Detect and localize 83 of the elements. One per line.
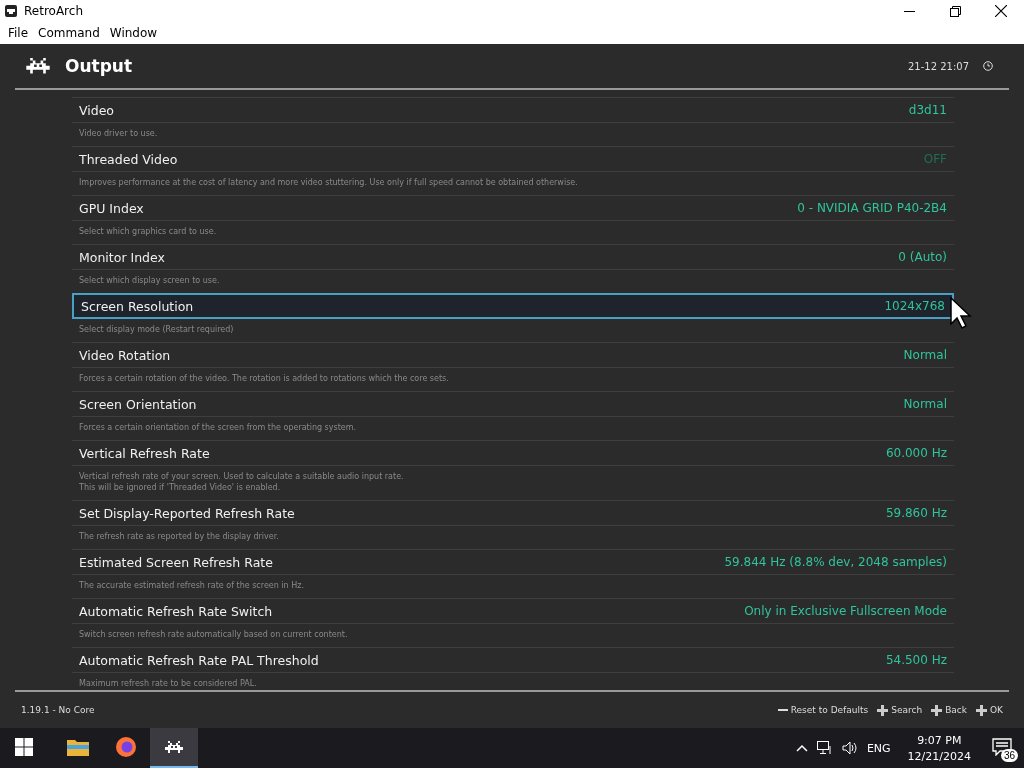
setting-row[interactable]: Video d3d11 bbox=[72, 97, 954, 123]
setting-label: Automatic Refresh Rate Switch bbox=[79, 603, 274, 619]
setting-description: Select which display screen to use. bbox=[79, 276, 221, 286]
setting-row[interactable]: Set Display-Reported Refresh Rate 59.860 Hz bbox=[72, 500, 954, 526]
language-indicator[interactable]: ENG bbox=[866, 741, 891, 755]
minimize-icon bbox=[903, 10, 915, 12]
setting-value: Only in Exclusive Fullscreen Mode bbox=[744, 604, 947, 618]
setting-label: Video bbox=[79, 102, 116, 118]
folder-icon bbox=[67, 738, 89, 756]
version-label: 1.19.1 - No Core bbox=[21, 705, 96, 715]
setting-description: Vertical refresh rate of your screen. Used to calculate a suitable audio input rate. bbox=[79, 472, 405, 482]
setting-value: 59.860 Hz bbox=[885, 506, 947, 520]
setting-description: The refresh rate as reported by the display driver. bbox=[79, 532, 280, 542]
tray-date: 12/21/2024 bbox=[907, 749, 971, 763]
setting-row[interactable]: Screen Orientation Normal bbox=[72, 391, 954, 417]
setting-row[interactable]: Screen Resolution 1024x768 bbox=[72, 293, 954, 319]
setting-label: Set Display-Reported Refresh Rate bbox=[79, 505, 296, 521]
setting-description: Switch screen refresh rate automatically based on current content. bbox=[79, 630, 349, 640]
setting-row[interactable]: Monitor Index 0 (Auto) bbox=[72, 244, 954, 270]
setting-value: Normal bbox=[903, 397, 947, 411]
setting-description: The accurate estimated refresh rate of the screen in Hz. bbox=[79, 581, 305, 591]
page-title: Output bbox=[65, 56, 134, 76]
menu-item[interactable]: Command bbox=[33, 26, 105, 40]
setting-value: 54.500 Hz bbox=[885, 653, 947, 667]
volume-icon[interactable] bbox=[841, 741, 858, 755]
setting-row[interactable]: Automatic Refresh Rate PAL Threshold 54.500 Hz bbox=[72, 647, 954, 673]
menu-item[interactable]: File bbox=[3, 26, 34, 40]
menu-item[interactable]: Window bbox=[104, 26, 163, 40]
setting-label: Threaded Video bbox=[79, 151, 179, 167]
taskbar-app[interactable] bbox=[150, 728, 198, 768]
setting-label: Screen Orientation bbox=[79, 396, 198, 412]
footer-action[interactable]: Reset to Defaults bbox=[777, 705, 869, 715]
chevron-up-icon[interactable] bbox=[795, 744, 808, 752]
dpad-icon bbox=[976, 704, 987, 716]
tray-time: 9:07 PM bbox=[917, 733, 962, 747]
logo-icon bbox=[25, 58, 51, 74]
setting-label: Screen Resolution bbox=[81, 298, 195, 314]
setting-description: Maximum refresh rate to be considered PAL. bbox=[79, 679, 258, 689]
mouse-cursor-icon bbox=[950, 297, 974, 329]
setting-label: Monitor Index bbox=[79, 249, 166, 265]
setting-value: 1024x768 bbox=[884, 299, 945, 313]
setting-label: Vertical Refresh Rate bbox=[79, 445, 211, 461]
setting-description: Video driver to use. bbox=[79, 129, 159, 139]
clock-icon bbox=[983, 61, 993, 71]
app-icon bbox=[5, 5, 17, 17]
setting-row[interactable]: Estimated Screen Refresh Rate 59.844 Hz (8.8% dev, 2048 samples) bbox=[72, 549, 954, 575]
setting-label: Automatic Refresh Rate PAL Threshold bbox=[79, 652, 320, 668]
setting-description: Select display mode (Restart required) bbox=[79, 325, 235, 335]
setting-label: Estimated Screen Refresh Rate bbox=[79, 554, 274, 570]
browser-icon bbox=[115, 736, 137, 758]
restore-icon bbox=[949, 5, 961, 17]
setting-value: 60.000 Hz bbox=[885, 446, 947, 460]
setting-value: d3d11 bbox=[908, 103, 947, 117]
setting-label: GPU Index bbox=[79, 200, 145, 216]
setting-description: Forces a certain orientation of the screen from the operating system. bbox=[79, 423, 358, 433]
close-icon bbox=[995, 5, 1007, 17]
network-icon[interactable] bbox=[816, 741, 833, 755]
setting-description: Improves performance at the cost of latency and more video stuttering. Use only if full speed cannot be obtained otherwise. bbox=[79, 178, 579, 188]
clock: 21-12 21:07 bbox=[907, 60, 969, 72]
footer-action[interactable]: Back bbox=[931, 704, 967, 716]
dpad-icon bbox=[931, 704, 943, 716]
window-title: RetroArch bbox=[24, 4, 84, 18]
setting-description: Forces a certain rotation of the video. The rotation is added to rotations which the core sets. bbox=[79, 374, 450, 384]
notification-button[interactable]: 36 bbox=[988, 734, 1016, 762]
setting-value: 59.844 Hz (8.8% dev, 2048 samples) bbox=[724, 555, 947, 569]
dpad-icon bbox=[877, 704, 889, 716]
setting-value: 0 - NVIDIA GRID P40-2B4 bbox=[797, 201, 947, 215]
dash-icon bbox=[777, 708, 788, 712]
setting-row[interactable]: Vertical Refresh Rate 60.000 Hz bbox=[72, 440, 954, 466]
setting-description: Select which graphics card to use. bbox=[79, 227, 218, 237]
setting-row[interactable]: Video Rotation Normal bbox=[72, 342, 954, 368]
setting-row[interactable]: GPU Index 0 - NVIDIA GRID P40-2B4 bbox=[72, 195, 954, 221]
footer-action[interactable]: OK bbox=[976, 704, 1003, 716]
setting-description: This will be ignored if 'Threaded Video' is enabled. bbox=[79, 483, 282, 493]
invader-icon bbox=[164, 741, 184, 753]
setting-row[interactable]: Automatic Refresh Rate Switch Only in Exclusive Fullscreen Mode bbox=[72, 598, 954, 624]
setting-label: Video Rotation bbox=[79, 347, 172, 363]
setting-row[interactable]: Threaded Video OFF bbox=[72, 146, 954, 172]
setting-value: Normal bbox=[903, 348, 947, 362]
footer-action[interactable]: Search bbox=[877, 704, 923, 716]
setting-value: OFF bbox=[923, 152, 947, 166]
windows-logo-icon bbox=[15, 738, 33, 756]
setting-value: 0 (Auto) bbox=[898, 250, 947, 264]
